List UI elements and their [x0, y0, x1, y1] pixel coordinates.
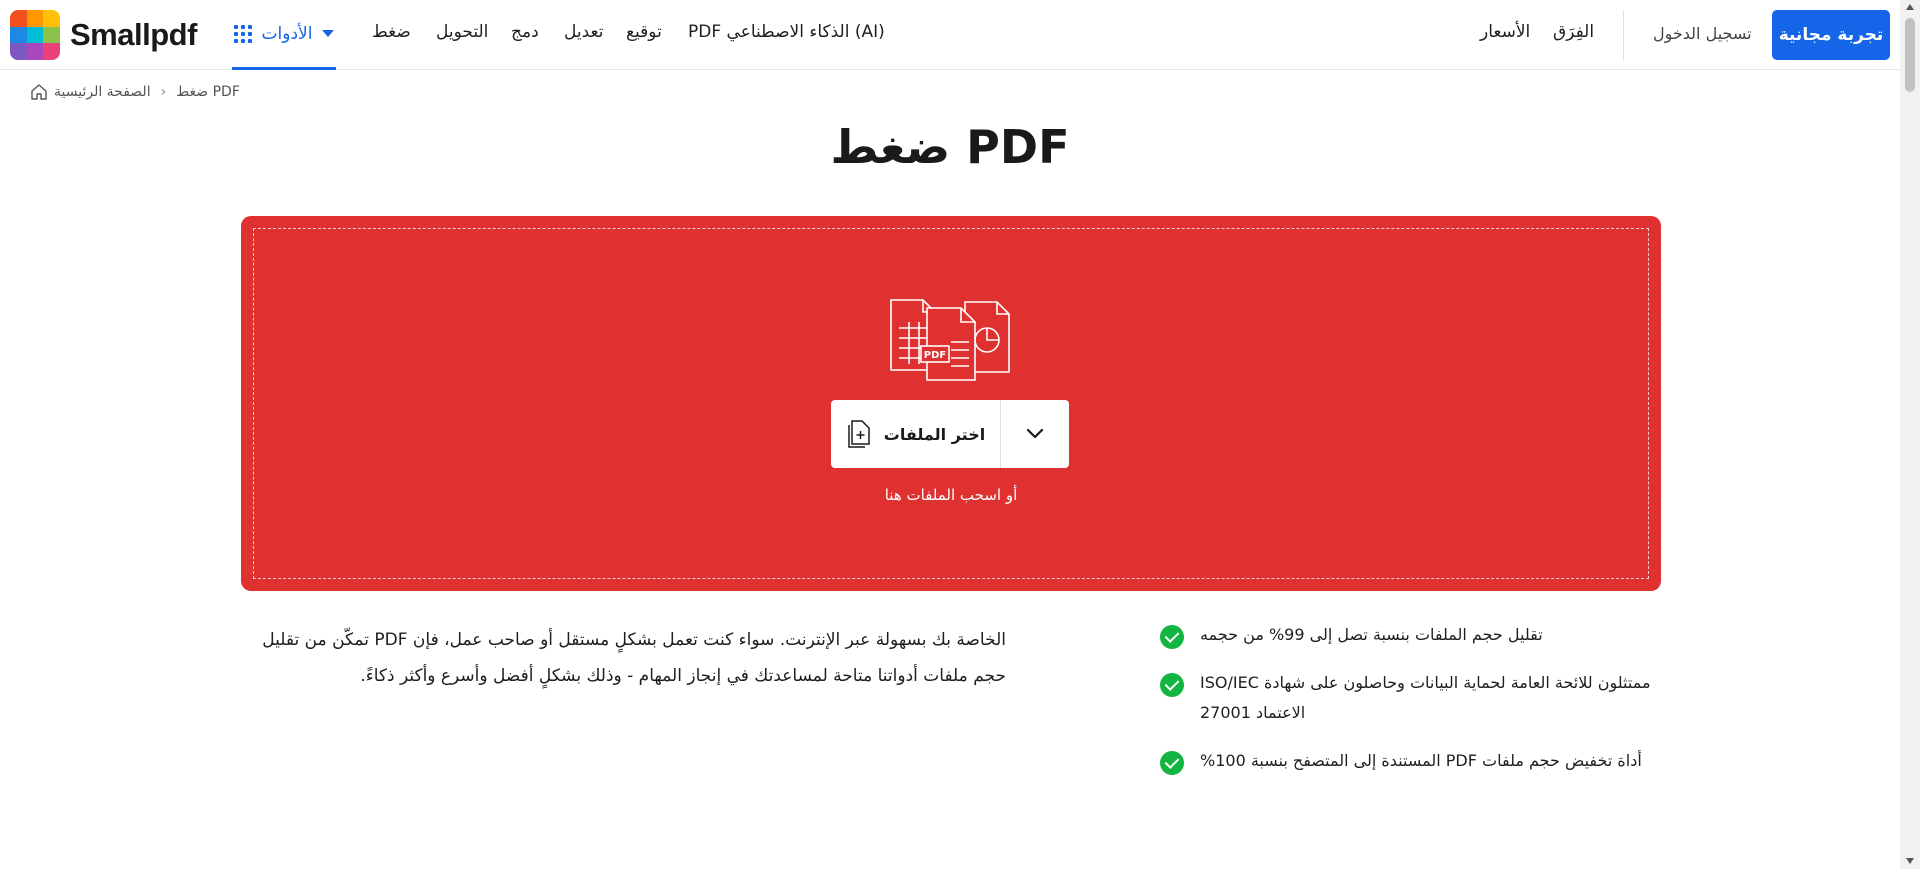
login-link[interactable]: تسجيل الدخول — [1653, 24, 1752, 43]
tools-menu-button[interactable]: الأدوات — [232, 0, 336, 70]
feature-text: ISO/IEC ممتثلون للائحة العامة لحماية الب… — [1200, 673, 1651, 722]
page-scrollbar[interactable] — [1900, 0, 1920, 869]
drop-hint-text: أو اسحب الملفات هنا — [884, 486, 1018, 504]
check-circle-icon — [1160, 751, 1184, 775]
feature-text: تقليل حجم الملفات بنسبة تصل إلى 99% من ح… — [1200, 625, 1543, 644]
nav-edit[interactable]: تعديل — [564, 22, 603, 42]
documents-illustration-icon: PDF — [890, 299, 1010, 381]
header-divider — [1623, 10, 1624, 60]
logo-text: Smallpdf — [70, 17, 197, 52]
breadcrumb-home[interactable]: الصفحة الرئيسية — [54, 84, 151, 100]
nav-ai-pdf[interactable]: PDF الذكاء الاصطناعي (AI) — [688, 22, 885, 42]
smallpdf-logo[interactable]: Smallpdf — [10, 10, 197, 60]
logo-icon — [10, 10, 60, 60]
grid-icon — [233, 24, 252, 43]
scroll-thumb[interactable] — [1905, 18, 1915, 92]
feature-text: %المستندة إلى المتصفح بنسبة 100 PDF أداة… — [1200, 751, 1642, 770]
chevron-down-icon — [1026, 428, 1044, 439]
feature-item: ISO/IEC ممتثلون للائحة العامة لحماية الب… — [1160, 668, 1660, 728]
scroll-down-arrow-icon[interactable] — [1906, 858, 1914, 864]
choose-source-dropdown[interactable] — [1001, 400, 1069, 468]
check-circle-icon — [1160, 673, 1184, 697]
top-navbar: Smallpdf الأدوات ضغط التحويل دمج تعديل ت… — [0, 0, 1900, 70]
home-icon[interactable] — [30, 83, 48, 101]
feature-item: %المستندة إلى المتصفح بنسبة 100 PDF أداة… — [1160, 746, 1660, 776]
breadcrumb-current: ضغط PDF — [176, 84, 240, 100]
scroll-up-arrow-icon[interactable] — [1906, 4, 1914, 10]
description-text: الخاصة بك بسهولة عبر الإنترنت. سواء كنت … — [262, 630, 1006, 686]
free-trial-button[interactable]: تجربة مجانية — [1772, 10, 1890, 60]
choose-files-button[interactable]: اختر الملفات — [831, 400, 1001, 468]
breadcrumb: الصفحة الرئيسية › ضغط PDF — [30, 83, 240, 101]
choose-files-button-group: اختر الملفات — [831, 400, 1069, 468]
nav-merge[interactable]: دمج — [511, 22, 539, 42]
nav-teams[interactable]: الفِرَق — [1553, 22, 1594, 42]
nav-sign[interactable]: توقيع — [626, 22, 662, 42]
breadcrumb-separator: › — [160, 84, 167, 100]
add-file-icon — [848, 420, 870, 448]
pdf-tag-text: PDF — [924, 350, 946, 361]
file-dropzone[interactable]: PDF اختر الملفات أو اسحب الملفات هنا — [241, 216, 1661, 591]
choose-files-label: اختر الملفات — [883, 424, 986, 444]
nav-compress[interactable]: ضغط — [372, 22, 411, 42]
page-title: ضغط PDF — [830, 120, 1070, 174]
nav-pricing[interactable]: الأسعار — [1480, 22, 1530, 42]
tools-label: الأدوات — [261, 23, 313, 44]
nav-convert[interactable]: التحويل — [436, 22, 488, 42]
check-circle-icon — [1160, 625, 1184, 649]
feature-item: تقليل حجم الملفات بنسبة تصل إلى 99% من ح… — [1160, 620, 1660, 650]
features-list: تقليل حجم الملفات بنسبة تصل إلى 99% من ح… — [1160, 620, 1660, 794]
chevron-down-icon — [322, 30, 335, 37]
